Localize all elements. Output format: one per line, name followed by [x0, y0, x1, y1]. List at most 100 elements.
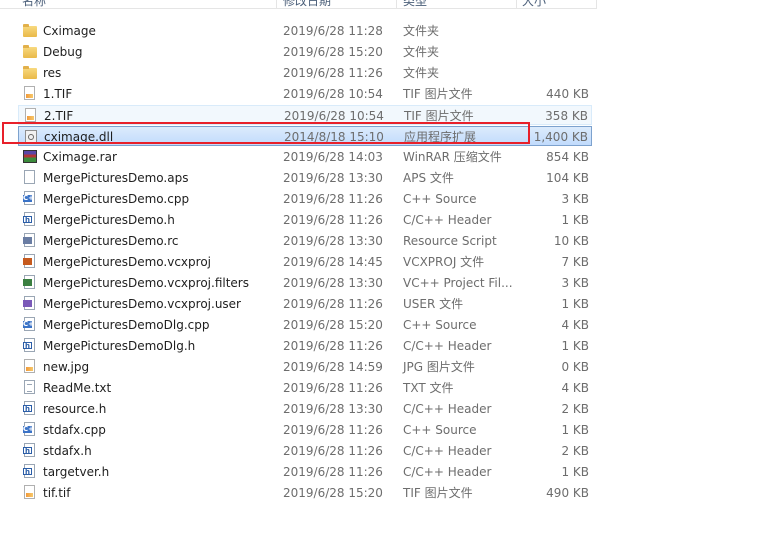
file-row[interactable]: new.jpg 2019/6/28 14:59 JPG 图片文件 0 KB [18, 357, 592, 377]
header-file-icon: h [22, 443, 38, 459]
column-header-size[interactable]: 大小 [522, 0, 592, 8]
column-header-date[interactable]: 修改日期 [283, 0, 395, 8]
file-size: 104 KB [546, 171, 589, 185]
file-name[interactable]: MergePicturesDemo.vcxproj.user [43, 294, 241, 315]
file-row[interactable]: res 2019/6/28 11:26 文件夹 [18, 63, 592, 83]
file-date: 2019/6/28 11:28 [283, 24, 383, 38]
file-row[interactable]: MergePicturesDemo.vcxproj.user 2019/6/28 … [18, 294, 592, 314]
header-file-icon: h [22, 464, 38, 480]
file-size: 1 KB [561, 297, 589, 311]
file-name[interactable]: tif.tif [43, 483, 70, 504]
file-row[interactable]: MergePicturesDemo.rc 2019/6/28 13:30 Resou… [18, 231, 592, 251]
file-date: 2019/6/28 11:26 [283, 444, 383, 458]
file-type: JPG 图片文件 [403, 360, 475, 374]
file-row[interactable]: ReadMe.txt 2019/6/28 11:26 TXT 文件 4 KB [18, 378, 592, 398]
file-name[interactable]: MergePicturesDemoDlg.cpp [43, 315, 209, 336]
file-row[interactable]: Debug 2019/6/28 15:20 文件夹 [18, 42, 592, 62]
file-name[interactable]: stdafx.cpp [43, 420, 106, 441]
file-row[interactable]: C+ MergePicturesDemo.cpp 2019/6/28 11:26 C+… [18, 189, 592, 209]
file-name[interactable]: 1.TIF [43, 84, 72, 105]
file-row[interactable]: h stdafx.h 2019/6/28 11:26 C/C++ Header 2 KB [18, 441, 592, 461]
file-size: 4 KB [561, 318, 589, 332]
file-row[interactable]: h resource.h 2019/6/28 13:30 C/C++ Header 2 … [18, 399, 592, 419]
file-type: C++ Source [403, 318, 477, 332]
file-row[interactable]: 2.TIF 2019/6/28 10:54 TIF 图片文件 358 KB [18, 105, 592, 125]
file-date: 2019/6/28 10:54 [284, 109, 384, 123]
file-date: 2019/6/28 13:30 [283, 402, 383, 416]
file-date: 2019/6/28 15:20 [283, 318, 383, 332]
file-date: 2019/6/28 13:30 [283, 171, 383, 185]
file-name[interactable]: cximage.dll [44, 127, 113, 148]
dll-icon [23, 129, 39, 145]
column-divider[interactable] [596, 0, 597, 8]
file-type: C++ Source [403, 192, 477, 206]
header-file-icon: h [22, 401, 38, 417]
file-type: C/C++ Header [403, 402, 492, 416]
tif-image-icon [22, 485, 38, 501]
file-name[interactable]: targetver.h [43, 462, 109, 483]
file-size: 10 KB [553, 234, 589, 248]
file-row[interactable]: C+ stdafx.cpp 2019/6/28 11:26 C++ Source 1 K… [18, 420, 592, 440]
file-date: 2019/6/28 11:26 [283, 66, 383, 80]
column-header-type[interactable]: 类型 [403, 0, 515, 8]
file-size: 1 KB [561, 213, 589, 227]
file-name[interactable]: resource.h [43, 399, 106, 420]
file-row[interactable]: 1.TIF 2019/6/28 10:54 TIF 图片文件 440 KB [18, 84, 592, 104]
file-row[interactable]: h MergePicturesDemo.h 2019/6/28 11:26 C/C++… [18, 210, 592, 230]
file-row[interactable]: MergePicturesDemo.vcxproj 2019/6/28 14:45… [18, 252, 592, 272]
file-date: 2014/8/18 15:10 [284, 130, 384, 144]
column-header-name[interactable]: 名称 [22, 0, 274, 8]
file-type: TIF 图片文件 [404, 109, 474, 123]
file-name[interactable]: MergePicturesDemo.rc [43, 231, 179, 252]
file-name[interactable]: Debug [43, 42, 82, 63]
file-type: C/C++ Header [403, 213, 492, 227]
vcxproj-icon [22, 254, 38, 270]
file-row[interactable]: h targetver.h 2019/6/28 11:26 C/C++ Header 1… [18, 462, 592, 482]
file-row[interactable]: MergePicturesDemo.vcxproj.filters 2019/6/… [18, 273, 592, 293]
file-type: TIF 图片文件 [403, 87, 473, 101]
file-row[interactable]: Cximage 2019/6/28 11:28 文件夹 [18, 21, 592, 41]
file-name[interactable]: MergePicturesDemo.vcxproj.filters [43, 273, 249, 294]
file-name[interactable]: MergePicturesDemo.vcxproj [43, 252, 211, 273]
file-name[interactable]: 2.TIF [44, 106, 73, 127]
file-row[interactable]: tif.tif 2019/6/28 15:20 TIF 图片文件 490 KB [18, 483, 592, 503]
text-file-icon [22, 380, 38, 396]
file-name[interactable]: MergePicturesDemoDlg.h [43, 336, 195, 357]
file-date: 2019/6/28 13:30 [283, 276, 383, 290]
file-date: 2019/6/28 11:26 [283, 297, 383, 311]
file-date: 2019/6/28 10:54 [283, 87, 383, 101]
file-name[interactable]: res [43, 63, 61, 84]
generic-file-icon [22, 170, 38, 186]
file-name[interactable]: new.jpg [43, 357, 89, 378]
file-date: 2019/6/28 15:20 [283, 486, 383, 500]
file-row[interactable]: cximage.dll 2014/8/18 15:10 应用程序扩展 1,400 KB [18, 126, 592, 146]
file-name[interactable]: Cximage.rar [43, 147, 117, 168]
file-size: 854 KB [546, 150, 589, 164]
file-row[interactable]: h MergePicturesDemoDlg.h 2019/6/28 11:26 C/… [18, 336, 592, 356]
file-type: 文件夹 [403, 45, 440, 59]
file-type: VC++ Project Fil... [403, 276, 513, 290]
file-date: 2019/6/28 14:03 [283, 150, 383, 164]
file-size: 3 KB [561, 192, 589, 206]
file-row[interactable]: C+ MergePicturesDemoDlg.cpp 2019/6/28 15:2… [18, 315, 592, 335]
file-date: 2019/6/28 15:20 [283, 45, 383, 59]
file-name[interactable]: ReadMe.txt [43, 378, 111, 399]
column-divider[interactable] [396, 0, 397, 8]
file-row[interactable]: MergePicturesDemo.aps 2019/6/28 13:30 APS … [18, 168, 592, 188]
cpp-source-icon: C+ [22, 422, 38, 438]
file-name[interactable]: stdafx.h [43, 441, 92, 462]
file-date: 2019/6/28 14:45 [283, 255, 383, 269]
file-type: C++ Source [403, 423, 477, 437]
file-name[interactable]: Cximage [43, 21, 96, 42]
file-size: 440 KB [546, 87, 589, 101]
file-name[interactable]: MergePicturesDemo.cpp [43, 189, 189, 210]
column-divider[interactable] [516, 0, 517, 8]
file-row[interactable]: Cximage.rar 2019/6/28 14:03 WinRAR 压缩文件 854… [18, 147, 592, 167]
rar-archive-icon [22, 149, 38, 165]
folder-icon [22, 44, 38, 60]
file-name[interactable]: MergePicturesDemo.h [43, 210, 175, 231]
column-divider[interactable] [276, 0, 277, 8]
file-name[interactable]: MergePicturesDemo.aps [43, 168, 188, 189]
file-type: C/C++ Header [403, 444, 492, 458]
file-type: USER 文件 [403, 297, 464, 311]
